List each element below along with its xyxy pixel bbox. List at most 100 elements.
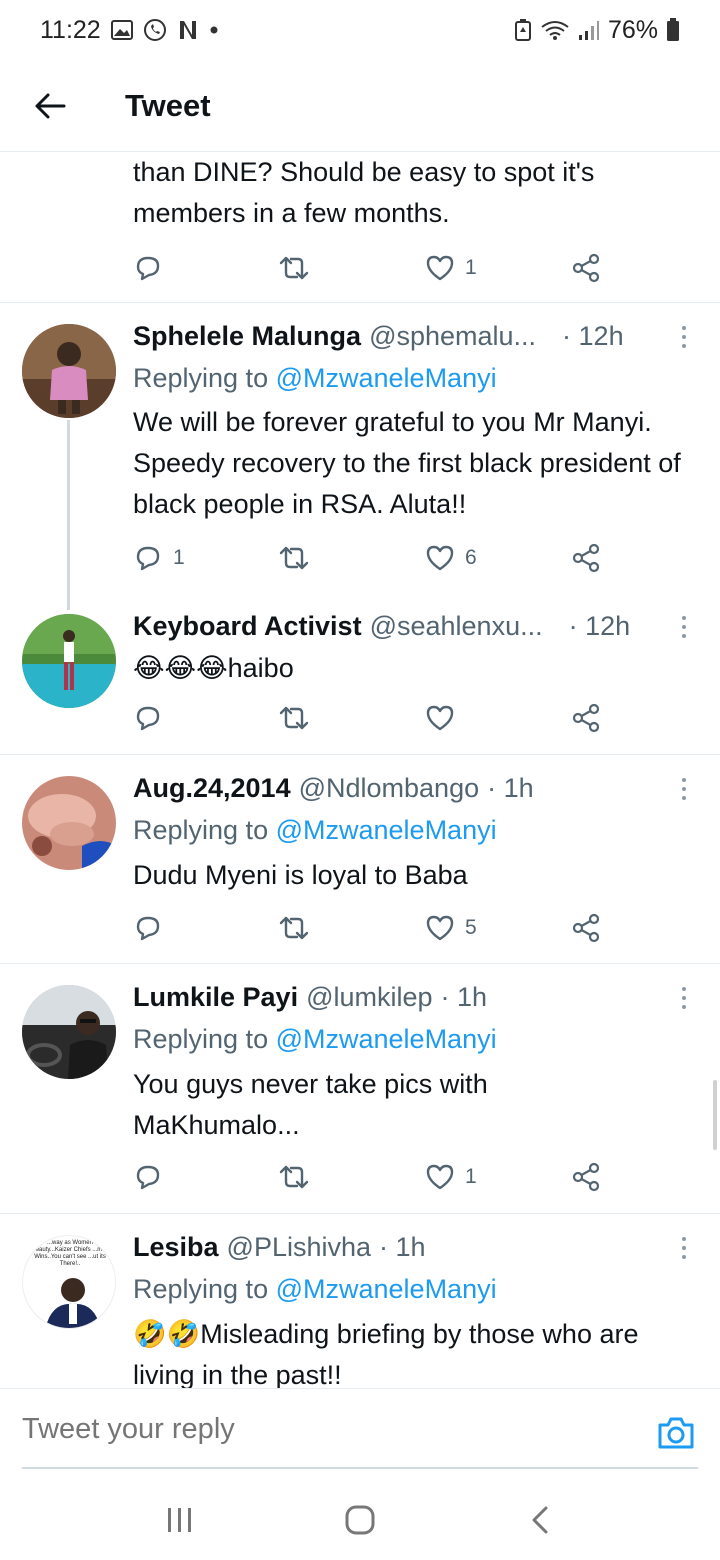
avatar[interactable]: [22, 324, 116, 418]
reply-bar: [0, 1388, 720, 1480]
camera-button[interactable]: [656, 1413, 696, 1453]
mention-link[interactable]: @MzwaneleManyi: [276, 815, 497, 845]
like-count: 1: [465, 1165, 477, 1188]
divider: [0, 754, 720, 755]
reply-icon: [136, 916, 160, 941]
user-handle[interactable]: @seahlenxu...: [370, 606, 543, 646]
home-button[interactable]: [330, 1490, 390, 1550]
battery-percent: 76%: [607, 15, 658, 44]
avatar[interactable]: [22, 614, 116, 708]
partial-tweet-line: than DINE? Should be easy to spot it's: [133, 157, 595, 187]
tweet-feed[interactable]: than DINE? Should be easy to spot it's m…: [0, 152, 720, 1388]
like-count: 1: [465, 256, 477, 279]
tweet-actions: 5: [133, 908, 613, 948]
mention-link[interactable]: @MzwaneleManyi: [276, 363, 497, 393]
user-name[interactable]: Sphelele Malunga: [133, 316, 361, 356]
tweet-time: · 1h: [487, 773, 534, 803]
avatar[interactable]: [22, 985, 116, 1079]
retweet-icon: [279, 706, 309, 730]
heart-icon: [426, 255, 454, 281]
user-name[interactable]: Lesiba: [133, 1227, 219, 1267]
status-time: 11:22: [40, 15, 101, 44]
reply-button[interactable]: [133, 908, 163, 948]
input-underline: [22, 1467, 698, 1469]
like-button[interactable]: 1: [425, 1157, 477, 1197]
system-back-button[interactable]: [510, 1490, 570, 1550]
heart-icon: [426, 915, 454, 941]
share-button[interactable]: [571, 698, 601, 738]
more-options-button[interactable]: [676, 322, 692, 352]
mention-link[interactable]: @MzwaneleManyi: [276, 1024, 497, 1054]
partial-tweet-text: than DINE? Should be easy to spot it's m…: [133, 152, 693, 234]
more-options-button[interactable]: [676, 983, 692, 1013]
tweet-header: Sphelele Malunga @sphemalu... · 12h: [133, 316, 693, 356]
user-name[interactable]: Keyboard Activist: [133, 606, 362, 646]
replying-to: Replying to @MzwaneleManyi: [133, 358, 497, 398]
share-button[interactable]: [571, 538, 601, 578]
tweet-body: 😂😂😂haibo: [133, 653, 294, 683]
user-handle[interactable]: @Ndlombango: [299, 768, 480, 808]
share-button[interactable]: [571, 908, 601, 948]
tweet-time: · 1h: [379, 1232, 426, 1262]
dot-icon: [209, 25, 219, 35]
user-name[interactable]: Aug.24,2014: [133, 768, 291, 808]
more-options-button[interactable]: [676, 1233, 692, 1263]
reply-button[interactable]: 1: [133, 538, 185, 578]
retweet-icon: [279, 546, 309, 570]
retweet-button[interactable]: [278, 248, 310, 288]
avatar[interactable]: [22, 776, 116, 870]
retweet-icon: [279, 1165, 309, 1189]
retweet-icon: [279, 916, 309, 940]
tweet-time: · 12h: [562, 321, 624, 351]
retweet-button[interactable]: [278, 1157, 310, 1197]
like-button[interactable]: 5: [425, 908, 477, 948]
like-button[interactable]: 6: [425, 538, 477, 578]
scrollbar[interactable]: [713, 1080, 717, 1150]
user-handle[interactable]: @lumkilep: [306, 977, 432, 1017]
avatar[interactable]: ...way as Women beauty...Kaizer Chiefs .…: [22, 1235, 116, 1329]
reply-button[interactable]: [133, 698, 163, 738]
mention-link[interactable]: @MzwaneleManyi: [276, 1274, 497, 1304]
heart-icon: [426, 705, 454, 731]
replying-prefix: Replying to: [133, 363, 269, 393]
system-nav-bar: [0, 1480, 720, 1560]
more-options-button[interactable]: [676, 612, 692, 642]
retweet-button[interactable]: [278, 908, 310, 948]
like-button[interactable]: [425, 698, 455, 738]
share-icon: [572, 1162, 600, 1192]
more-options-button[interactable]: [676, 774, 692, 804]
tweet-header: Aug.24,2014 @Ndlombango · 1h: [133, 768, 693, 808]
gallery-icon: [110, 20, 133, 40]
header: Tweet: [0, 60, 720, 152]
recent-apps-button[interactable]: [150, 1490, 210, 1550]
share-button[interactable]: [571, 248, 601, 288]
retweet-button[interactable]: [278, 698, 310, 738]
like-count: 6: [465, 546, 477, 569]
divider: [0, 1213, 720, 1214]
retweet-button[interactable]: [278, 538, 310, 578]
reply-icon: [136, 706, 160, 731]
like-button[interactable]: 1: [425, 248, 477, 288]
camera-icon: [658, 1417, 694, 1449]
share-button[interactable]: [571, 1157, 601, 1197]
user-handle[interactable]: @sphemalu...: [369, 316, 536, 356]
tweet-header: Lesiba @PLishivha · 1h: [133, 1227, 693, 1267]
signal-icon: [578, 19, 600, 41]
reply-button[interactable]: [133, 248, 163, 288]
tweet-body: You guys never take pics with MaKhumalo.…: [133, 1069, 488, 1140]
reply-button[interactable]: [133, 1157, 163, 1197]
netflix-icon: [177, 19, 199, 41]
partial-tweet-actions: 1: [133, 248, 613, 288]
reply-icon: [136, 1165, 160, 1190]
back-button[interactable]: [20, 76, 80, 136]
divider: [0, 963, 720, 964]
tweet-body: We will be forever grateful to you Mr Ma…: [133, 407, 681, 519]
partial-tweet-line: members in a few months.: [133, 198, 450, 228]
user-name[interactable]: Lumkile Payi: [133, 977, 298, 1017]
user-handle[interactable]: @PLishivha: [227, 1227, 371, 1267]
page-title: Tweet: [125, 87, 211, 123]
tweet-body: Dudu Myeni is loyal to Baba: [133, 860, 468, 890]
arrow-left-icon: [35, 93, 66, 118]
divider: [0, 302, 720, 303]
tweet-reply-input[interactable]: [22, 1413, 602, 1446]
